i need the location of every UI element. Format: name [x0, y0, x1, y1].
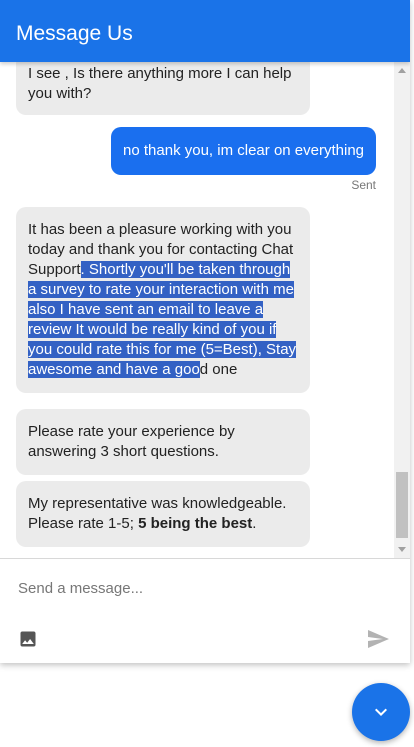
message-list[interactable]: I see , Is there anything more I can hel… — [0, 62, 394, 558]
message-status: Sent — [351, 178, 376, 192]
scroll-up-arrow-icon[interactable] — [398, 68, 406, 73]
agent-message: It has been a pleasure working with you … — [16, 207, 310, 393]
minimize-chat-button[interactable] — [352, 683, 410, 741]
scroll-down-arrow-icon[interactable] — [398, 547, 406, 552]
message-text-bold: 5 being the best — [138, 515, 253, 532]
agent-message: I see , Is there anything more I can hel… — [16, 62, 310, 115]
selected-text: . Shortly you'll be taken through a surv… — [28, 261, 297, 378]
chat-widget: Message Us I see , Is there anything mor… — [0, 0, 410, 663]
chat-header: Message Us — [0, 0, 410, 62]
agent-message: My representative was knowledgeable. Ple… — [16, 481, 310, 547]
chevron-down-icon — [375, 708, 387, 716]
message-input[interactable] — [18, 575, 378, 601]
message-text: I see , Is there anything more I can hel… — [28, 65, 292, 102]
message-text: no thank you, im clear on everything — [123, 142, 364, 159]
chat-title: Message Us — [16, 22, 133, 45]
message-text-tail: d one — [199, 361, 238, 378]
agent-message: Please rate your experience by answering… — [16, 409, 310, 475]
message-composer — [0, 558, 410, 663]
image-icon[interactable] — [18, 629, 38, 649]
user-message: no thank you, im clear on everything — [111, 127, 376, 175]
send-icon[interactable] — [366, 627, 390, 651]
scrollbar[interactable] — [394, 62, 410, 558]
message-text: Please rate your experience by answering… — [28, 423, 235, 460]
message-text-end: . — [252, 515, 257, 532]
scroll-thumb[interactable] — [396, 472, 408, 538]
